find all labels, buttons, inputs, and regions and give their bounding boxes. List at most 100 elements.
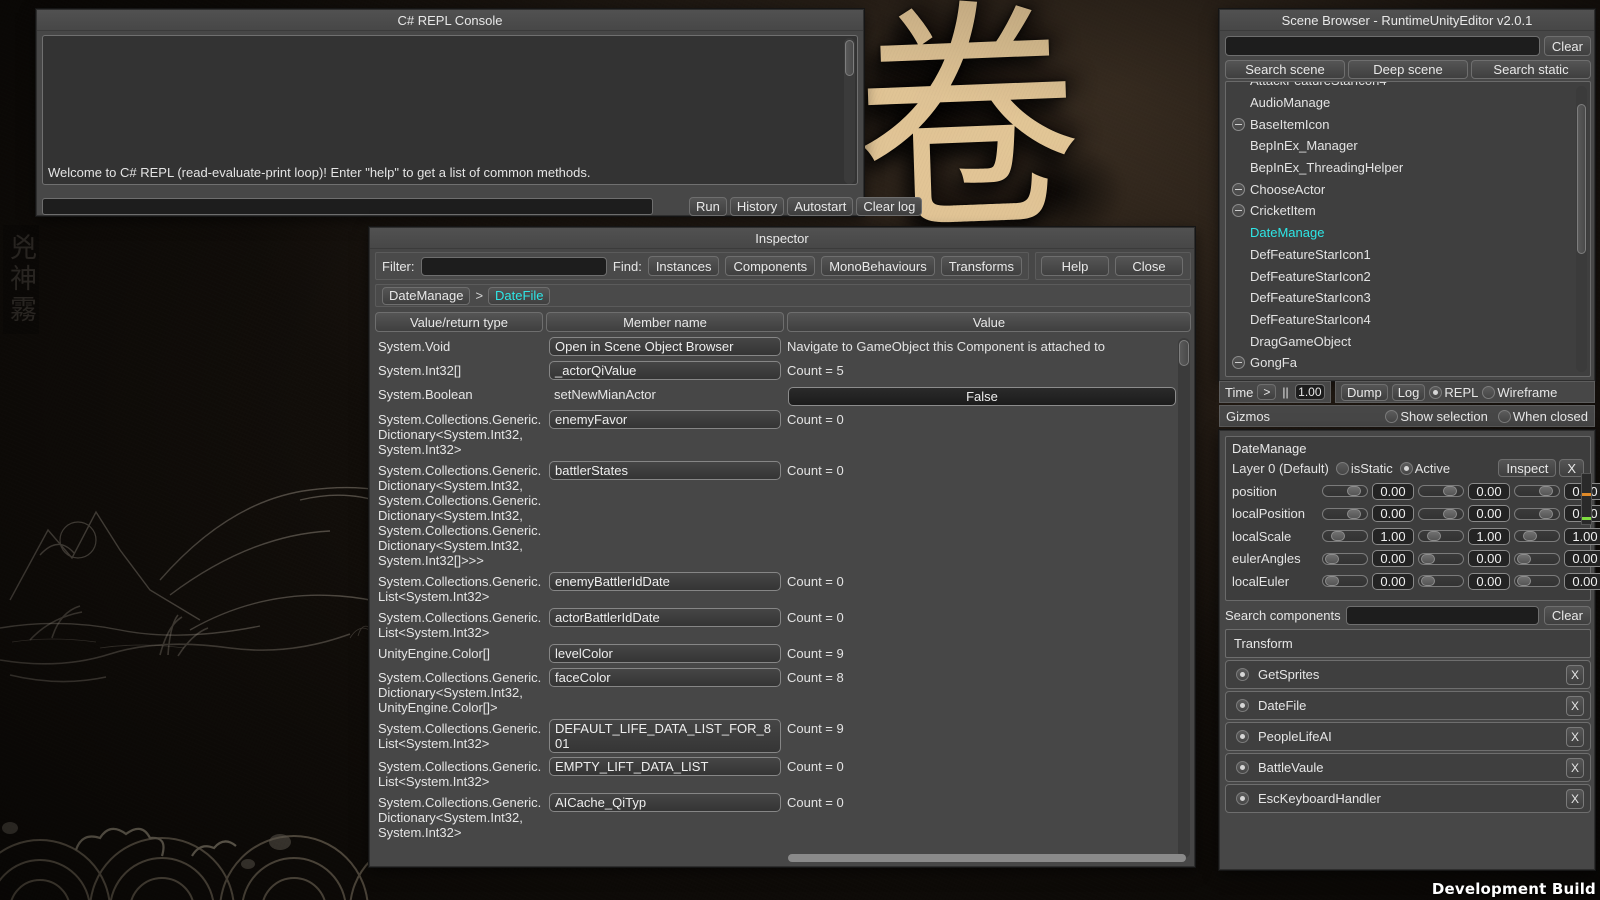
inspector-horizontal-scrollbar[interactable]: [788, 854, 1186, 862]
find-monobehaviours-button[interactable]: MonoBehaviours: [821, 256, 935, 276]
help-button[interactable]: Help: [1041, 256, 1109, 276]
active-toggle[interactable]: Active: [1399, 461, 1450, 476]
component-enabled-toggle-icon[interactable]: [1236, 699, 1249, 712]
dump-button[interactable]: Dump: [1341, 383, 1388, 401]
slider-knob[interactable]: [1443, 508, 1458, 519]
component-row[interactable]: PeopleLifeAI X: [1225, 722, 1591, 751]
slider-knob[interactable]: [1426, 531, 1441, 542]
tree-item[interactable]: DefFeatureStarIcon1: [1226, 244, 1576, 266]
slider-knob[interactable]: [1325, 553, 1340, 564]
close-button[interactable]: Close: [1115, 256, 1183, 276]
slider-knob[interactable]: [1517, 553, 1532, 564]
slider-knob[interactable]: [1522, 531, 1537, 542]
inspect-button[interactable]: Inspect: [1498, 459, 1557, 477]
slider-knob[interactable]: [1443, 486, 1458, 497]
column-header-value[interactable]: Value: [787, 312, 1191, 332]
tree-item[interactable]: DefFeatureStarIcon2: [1226, 265, 1576, 287]
find-instances-button[interactable]: Instances: [647, 256, 720, 276]
wireframe-toggle[interactable]: Wireframe: [1482, 385, 1557, 400]
show-selection-toggle[interactable]: Show selection: [1385, 409, 1488, 424]
tree-item[interactable]: GongFa: [1226, 352, 1576, 374]
component-row[interactable]: EscKeyboardHandler X: [1225, 784, 1591, 813]
expander-icon[interactable]: [1232, 204, 1245, 218]
component-remove-button[interactable]: X: [1566, 664, 1584, 685]
transform-slider[interactable]: [1514, 552, 1560, 565]
transform-value-input[interactable]: 0.00: [1372, 505, 1414, 523]
tab-search-static[interactable]: Search static: [1471, 60, 1591, 79]
transform-value-input[interactable]: 1.00: [1372, 527, 1414, 545]
search-components-clear-button[interactable]: Clear: [1543, 605, 1591, 625]
component-remove-button[interactable]: X: [1566, 695, 1584, 716]
expander-icon[interactable]: [1232, 182, 1245, 196]
tree-item[interactable]: DefFeatureStarIcon3: [1226, 287, 1576, 309]
transform-slider[interactable]: [1418, 485, 1464, 498]
row-member-name[interactable]: DEFAULT_LIFE_DATA_LIST_FOR_801: [549, 719, 781, 753]
transform-value-input[interactable]: 0.00: [1564, 550, 1600, 568]
tree-item[interactable]: BepInEx_Manager: [1226, 135, 1576, 157]
transform-value-input[interactable]: 0.00: [1372, 482, 1414, 500]
transform-slider[interactable]: [1418, 530, 1464, 543]
slider-knob[interactable]: [1347, 508, 1362, 519]
tree-item[interactable]: CricketItem: [1226, 200, 1576, 222]
component-row[interactable]: DateFile X: [1225, 691, 1591, 720]
transform-slider[interactable]: [1322, 485, 1368, 498]
repl-autostart-button[interactable]: Autostart: [787, 197, 854, 216]
slider-knob[interactable]: [1539, 508, 1554, 519]
transform-value-input[interactable]: 0.00: [1468, 482, 1510, 500]
slider-knob[interactable]: [1421, 553, 1436, 564]
row-member-name[interactable]: enemyBattlerIdDate: [549, 572, 781, 591]
transform-value-input[interactable]: 0.00: [1372, 550, 1414, 568]
search-components-input[interactable]: [1345, 605, 1539, 625]
component-enabled-toggle-icon[interactable]: [1236, 730, 1249, 743]
component-remove-button[interactable]: X: [1566, 788, 1584, 809]
transform-slider[interactable]: [1514, 530, 1560, 543]
inspector-scrollbar-thumb[interactable]: [1179, 340, 1189, 366]
tree-item[interactable]: DragGameObject: [1226, 330, 1576, 352]
transform-slider[interactable]: [1418, 575, 1464, 588]
column-header-type[interactable]: Value/return type: [375, 312, 543, 332]
repl-toggle-icon[interactable]: [1429, 385, 1443, 399]
scene-search-clear-button[interactable]: Clear: [1543, 36, 1591, 56]
repl-toggle[interactable]: REPL: [1429, 385, 1478, 400]
breadcrumb-item-current[interactable]: DateFile: [488, 286, 551, 305]
pause-icon[interactable]: ||: [1280, 384, 1290, 400]
transform-value-input[interactable]: 0.00: [1468, 505, 1510, 523]
row-member-name[interactable]: battlerStates: [549, 461, 781, 480]
tree-item[interactable]: DefFeatureStarIcon4: [1226, 309, 1576, 331]
log-button[interactable]: Log: [1391, 383, 1426, 401]
repl-output-scrollbar-thumb[interactable]: [845, 40, 854, 76]
repl-clear-log-button[interactable]: Clear log: [856, 197, 923, 216]
transform-slider[interactable]: [1418, 552, 1464, 565]
transform-slider[interactable]: [1322, 507, 1368, 520]
component-enabled-toggle-icon[interactable]: [1236, 668, 1249, 681]
slider-knob[interactable]: [1347, 486, 1362, 497]
transform-slider[interactable]: [1322, 575, 1368, 588]
repl-output-area[interactable]: Welcome to C# REPL (read-evaluate-print …: [42, 35, 858, 185]
time-scale-input[interactable]: 1.00: [1294, 384, 1325, 400]
component-row[interactable]: BattleVaule X: [1225, 753, 1591, 782]
tree-item[interactable]: AttackFeatureStarIcon4: [1226, 82, 1576, 92]
tab-deep-scene[interactable]: Deep scene: [1348, 60, 1468, 79]
is-static-toggle[interactable]: isStatic: [1335, 461, 1393, 476]
transform-slider[interactable]: [1418, 507, 1464, 520]
component-row[interactable]: Transform: [1225, 629, 1591, 658]
slider-knob[interactable]: [1330, 531, 1345, 542]
when-closed-toggle-icon[interactable]: [1497, 409, 1511, 423]
transform-slider[interactable]: [1322, 552, 1368, 565]
play-icon[interactable]: >: [1257, 384, 1277, 400]
repl-history-button[interactable]: History: [729, 197, 785, 216]
slider-knob[interactable]: [1421, 576, 1436, 587]
transform-value-input[interactable]: 1.00: [1468, 527, 1510, 545]
is-static-toggle-icon[interactable]: [1335, 461, 1349, 475]
slider-knob[interactable]: [1539, 486, 1554, 497]
filter-input[interactable]: [420, 256, 607, 276]
row-member-name[interactable]: enemyFavor: [549, 410, 781, 429]
component-enabled-toggle-icon[interactable]: [1236, 761, 1249, 774]
when-closed-toggle[interactable]: When closed: [1497, 409, 1588, 424]
row-member-name[interactable]: actorBattlerIdDate: [549, 608, 781, 627]
show-selection-toggle-icon[interactable]: [1385, 409, 1399, 423]
scene-tree-scrollbar-thumb[interactable]: [1577, 104, 1586, 254]
slider-knob[interactable]: [1325, 576, 1340, 587]
row-member-name[interactable]: EMPTY_LIFT_DATA_LIST: [549, 757, 781, 776]
tree-item[interactable]: BepInEx_ThreadingHelper: [1226, 157, 1576, 179]
